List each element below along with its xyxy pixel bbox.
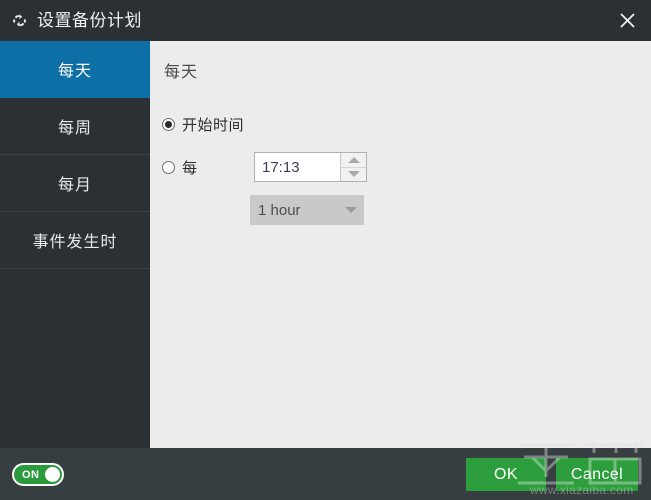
sidebar-item-label: 每天 — [57, 63, 92, 80]
page-title: 每天 — [164, 64, 199, 81]
sidebar-item-weekly[interactable]: 每周 — [0, 98, 150, 155]
title-bar: 设置备份计划 — [0, 0, 651, 41]
sidebar-item-label: 每周 — [57, 120, 92, 137]
sidebar-item-daily[interactable]: 每天 — [0, 41, 150, 98]
ok-button[interactable]: OK — [466, 458, 546, 491]
interval-select-value: 1 hour — [258, 201, 301, 219]
enable-toggle-label: ON — [22, 468, 40, 481]
start-time-input[interactable]: 17:13 — [255, 153, 340, 181]
enable-toggle[interactable]: ON — [12, 463, 64, 486]
interval-option-row: 每 — [162, 157, 198, 178]
backup-schedule-dialog: 设置备份计划 每天 每周 每月 事件发生时 每天 开始时间 17:13 每 1 … — [0, 0, 651, 500]
radio-start-time[interactable] — [162, 118, 175, 131]
sync-cycle-icon — [9, 10, 30, 31]
interval-select[interactable]: 1 hour — [250, 195, 364, 225]
spinner-up-button[interactable] — [341, 153, 366, 167]
sidebar-item-label: 每月 — [57, 177, 92, 194]
start-time-spinner[interactable]: 17:13 — [254, 152, 367, 182]
radio-start-time-label: 开始时间 — [182, 117, 245, 134]
chevron-down-icon — [338, 207, 364, 213]
spinner-buttons — [340, 153, 366, 181]
start-time-option-row: 开始时间 — [162, 114, 244, 135]
sidebar-item-on-event[interactable]: 事件发生时 — [0, 212, 150, 269]
cancel-button[interactable]: Cancel — [556, 458, 638, 491]
toggle-knob — [45, 467, 60, 482]
sidebar: 每天 每周 每月 事件发生时 — [0, 41, 150, 448]
chevron-down-icon — [347, 171, 360, 178]
chevron-up-icon — [347, 156, 360, 163]
spinner-down-button[interactable] — [341, 166, 366, 181]
window-title: 设置备份计划 — [37, 11, 142, 30]
close-icon — [619, 12, 636, 29]
radio-interval-label: 每 — [182, 160, 198, 177]
radio-interval[interactable] — [162, 161, 175, 174]
close-button[interactable] — [611, 5, 643, 36]
content-panel: 每天 开始时间 17:13 每 1 hour — [150, 41, 651, 448]
footer-bar — [0, 448, 651, 500]
sidebar-item-monthly[interactable]: 每月 — [0, 155, 150, 212]
sidebar-item-label: 事件发生时 — [32, 234, 118, 251]
